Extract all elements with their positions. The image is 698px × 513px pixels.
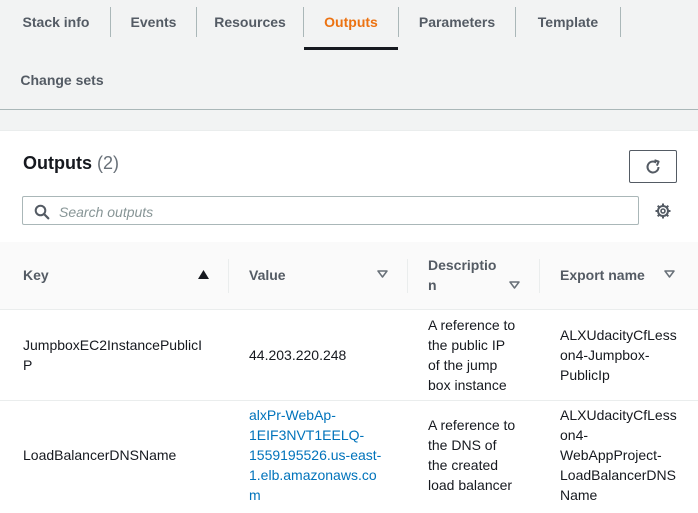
sort-descending-icon[interactable]	[664, 270, 675, 278]
refresh-icon	[646, 158, 660, 173]
column-header-description[interactable]: Descriptio	[428, 255, 496, 275]
search-icon	[34, 204, 50, 220]
load-balancer-dns-link[interactable]: alxPr-WebAp- 1EIF3NVT1EELQ- 1559195526.u…	[249, 405, 381, 505]
column-header-export-name[interactable]: Export name	[560, 265, 645, 285]
sort-descending-icon[interactable]	[377, 270, 388, 278]
column-header-key[interactable]: Key	[23, 265, 49, 285]
cell-key: LoadBalancerDNSName	[23, 447, 177, 463]
cell-export-name: ALXUdacityCfLess on4-Jumpbox- PublicIp	[560, 327, 677, 383]
cell-export-name: ALXUdacityCfLess on4- WebAppProject- Loa…	[560, 407, 677, 503]
cell-description: A reference to the DNS of the created lo…	[428, 417, 516, 493]
outputs-count: (2)	[97, 153, 120, 173]
tab-events[interactable]: Events	[111, 0, 196, 44]
tab-template[interactable]: Template	[516, 0, 620, 44]
page-title: Outputs (2)	[23, 153, 119, 174]
sort-descending-icon[interactable]	[509, 281, 520, 289]
cell-value: alxPr-WebAp- 1EIF3NVT1EELQ- 1559195526.u…	[249, 405, 381, 505]
column-header-description-wrap: n	[428, 277, 437, 293]
tab-bar: Stack info Events Resources Outputs Para…	[0, 0, 698, 110]
tab-resources[interactable]: Resources	[197, 0, 303, 44]
row-divider	[0, 400, 698, 401]
column-divider	[228, 259, 229, 293]
column-divider	[407, 259, 408, 293]
tab-parameters[interactable]: Parameters	[399, 0, 515, 44]
tab-outputs[interactable]: Outputs	[304, 0, 398, 44]
tab-change-sets[interactable]: Change sets	[10, 58, 114, 102]
column-header-value[interactable]: Value	[249, 265, 286, 285]
tab-bar-border	[0, 109, 698, 110]
active-tab-indicator	[304, 47, 398, 50]
tab-stack-info[interactable]: Stack info	[8, 0, 104, 44]
sort-ascending-icon[interactable]	[198, 270, 209, 279]
tab-divider	[620, 7, 621, 37]
column-divider	[539, 259, 540, 293]
outputs-title: Outputs	[23, 153, 92, 173]
cell-description: A reference to the public IP of the jump…	[428, 317, 516, 393]
cell-value: 44.203.220.248	[249, 347, 347, 363]
search-input[interactable]	[57, 199, 631, 224]
gear-icon[interactable]	[654, 202, 672, 220]
search-box	[22, 196, 639, 225]
cell-key: JumpboxEC2InstancePublicI P	[23, 337, 202, 373]
refresh-button[interactable]	[629, 150, 677, 183]
